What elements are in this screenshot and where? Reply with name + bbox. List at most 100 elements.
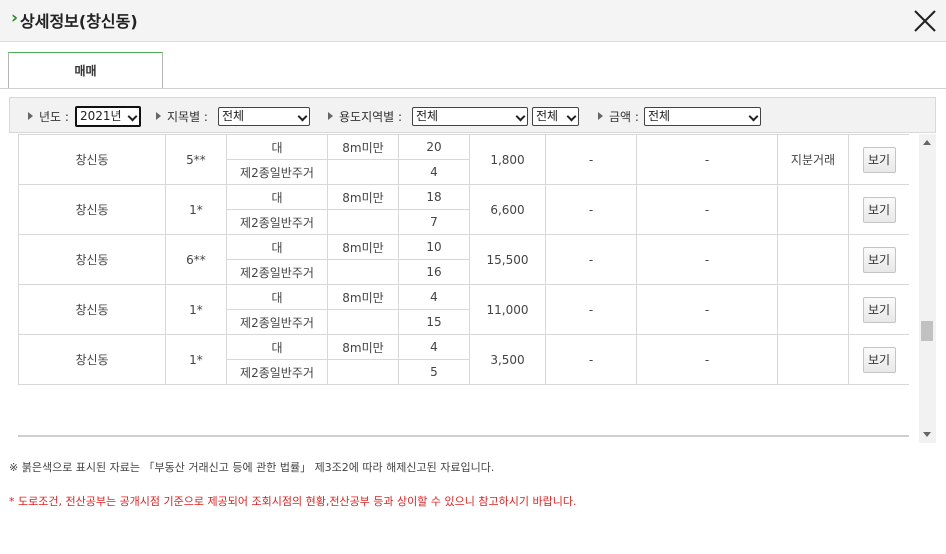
build-year-cell: - (636, 284, 778, 335)
road-condition-cell: 8m미만 (327, 134, 399, 160)
jibun-cell: 1* (165, 184, 227, 235)
year-label-text: 년도 : (39, 110, 69, 124)
dong-cell: 창신동 (18, 334, 166, 385)
yongdo-sub-select[interactable]: 전체 (532, 107, 579, 126)
area2-cell: 15 (398, 309, 470, 335)
price-cell: 11,000 (469, 284, 546, 335)
transaction-table: 창신동6**대8m미만2611,800--보기제1종일반주거26창신동5**대8… (18, 134, 909, 385)
note-cell (777, 234, 849, 285)
empty-cell (327, 159, 399, 185)
land-type-cell: 대 (226, 334, 328, 360)
action-cell: 보기 (848, 184, 909, 235)
build-year-cell: - (636, 184, 778, 235)
jibun-cell: 1* (165, 334, 227, 385)
jibun-cell: 1* (165, 284, 227, 335)
dong-cell: 창신동 (18, 284, 166, 335)
chevron-down-icon (515, 111, 526, 122)
table-row: 창신동 1* 대 8m미만 4 11,000- - 보기 (18, 284, 909, 335)
area2-cell: 4 (398, 159, 470, 185)
scroll-thumb[interactable] (921, 321, 933, 341)
chevron-down-icon (127, 111, 138, 122)
amount-filter-label: 금액 : (598, 108, 639, 125)
scroll-down-icon[interactable] (923, 432, 931, 437)
empty-cell (327, 359, 399, 385)
view-button[interactable]: 보기 (862, 346, 896, 373)
year-filter-label: 년도 : (28, 108, 69, 125)
transaction-table-wrap: 창신동6**대8m미만2611,800--보기제1종일반주거26창신동5**대8… (18, 134, 909, 437)
yongdo-select-value: 전체 (416, 109, 439, 123)
area-cell: 10 (398, 234, 470, 260)
view-button[interactable]: 보기 (862, 146, 896, 173)
triangle-bullet-icon (598, 112, 603, 120)
build-year-cell: - (636, 234, 778, 285)
yongdo-label-text: 용도지역별 : (339, 110, 403, 124)
road-condition-cell: 8m미만 (327, 334, 399, 360)
title-arrow-icon: › (11, 8, 19, 28)
note-cell (777, 184, 849, 235)
land-type-cell: 대 (226, 134, 328, 160)
action-cell: 보기 (848, 334, 909, 385)
filter-bar: 년도 : 2021년 지목별 : 전체 용도지역별 : 전체 전체 금액 : 전… (9, 97, 936, 133)
tab-divider (0, 88, 946, 89)
year-select-value: 2021년 (80, 109, 122, 123)
amount-select-value: 전체 (648, 109, 671, 123)
tab-sale[interactable]: 매매 (8, 52, 163, 88)
zone-cell: 제2종일반주거 (226, 259, 328, 285)
scroll-up-icon[interactable] (923, 140, 931, 145)
area2-cell: 7 (398, 209, 470, 235)
yongdo-select[interactable]: 전체 (412, 107, 528, 126)
amount-select[interactable]: 전체 (644, 107, 761, 126)
jimok-label-text: 지목별 : (167, 110, 208, 124)
road-condition-cell: 8m미만 (327, 234, 399, 260)
jimok-select-value: 전체 (222, 109, 245, 123)
close-icon[interactable] (913, 9, 937, 33)
year-select[interactable]: 2021년 (75, 106, 141, 127)
price-cell: 15,500 (469, 234, 546, 285)
price-cell: 1,800 (469, 134, 546, 185)
zone-cell: 제2종일반주거 (226, 359, 328, 385)
view-button[interactable]: 보기 (862, 196, 896, 223)
view-button[interactable]: 보기 (862, 296, 896, 323)
empty-cell (327, 259, 399, 285)
land-type-cell: 대 (226, 284, 328, 310)
floor-cell: - (545, 184, 637, 235)
cancellation-note: ※ 붉은색으로 표시된 자료는 「부동산 거래신고 등에 관한 법률」 제3조2… (9, 461, 495, 474)
note-cell (777, 334, 849, 385)
action-cell: 보기 (848, 234, 909, 285)
triangle-bullet-icon (156, 112, 161, 120)
chevron-down-icon (297, 111, 308, 122)
triangle-bullet-icon (328, 112, 333, 120)
view-button[interactable]: 보기 (862, 246, 896, 273)
zone-cell: 제2종일반주거 (226, 159, 328, 185)
amount-label-text: 금액 : (609, 110, 639, 124)
land-type-cell: 대 (226, 234, 328, 260)
area2-cell: 5 (398, 359, 470, 385)
area-cell: 4 (398, 284, 470, 310)
land-type-cell: 대 (226, 184, 328, 210)
price-cell: 3,500 (469, 334, 546, 385)
dialog-header: › 상세정보(창신동) (0, 0, 946, 42)
chevron-down-icon (748, 111, 759, 122)
table-bottom-border (18, 435, 909, 437)
floor-cell: - (545, 334, 637, 385)
table-row: 창신동 1* 대 8m미만 4 3,500- - 보기 (18, 334, 909, 385)
floor-cell: - (545, 234, 637, 285)
jimok-select[interactable]: 전체 (218, 107, 310, 126)
jibun-cell: 5** (165, 134, 227, 185)
empty-cell (327, 309, 399, 335)
price-cell: 6,600 (469, 184, 546, 235)
dialog-title: 상세정보(창신동) (20, 12, 138, 31)
area-cell: 20 (398, 134, 470, 160)
table-scrollbar[interactable] (919, 134, 936, 443)
disclaimer-note: * 도로조건, 전산공부는 공개시점 기준으로 제공되어 조회시점의 현황,전산… (9, 495, 577, 508)
jimok-filter-label: 지목별 : (156, 108, 208, 125)
table-row: 창신동 6** 대 8m미만 10 15,500- - 보기 (18, 234, 909, 285)
note-cell: 지분거래 (777, 134, 849, 185)
dong-cell: 창신동 (18, 184, 166, 235)
floor-cell: - (545, 134, 637, 185)
action-cell: 보기 (848, 284, 909, 335)
floor-cell: - (545, 284, 637, 335)
action-cell: 보기 (848, 134, 909, 185)
empty-cell (327, 209, 399, 235)
yongdo-sub-select-value: 전체 (536, 109, 559, 123)
